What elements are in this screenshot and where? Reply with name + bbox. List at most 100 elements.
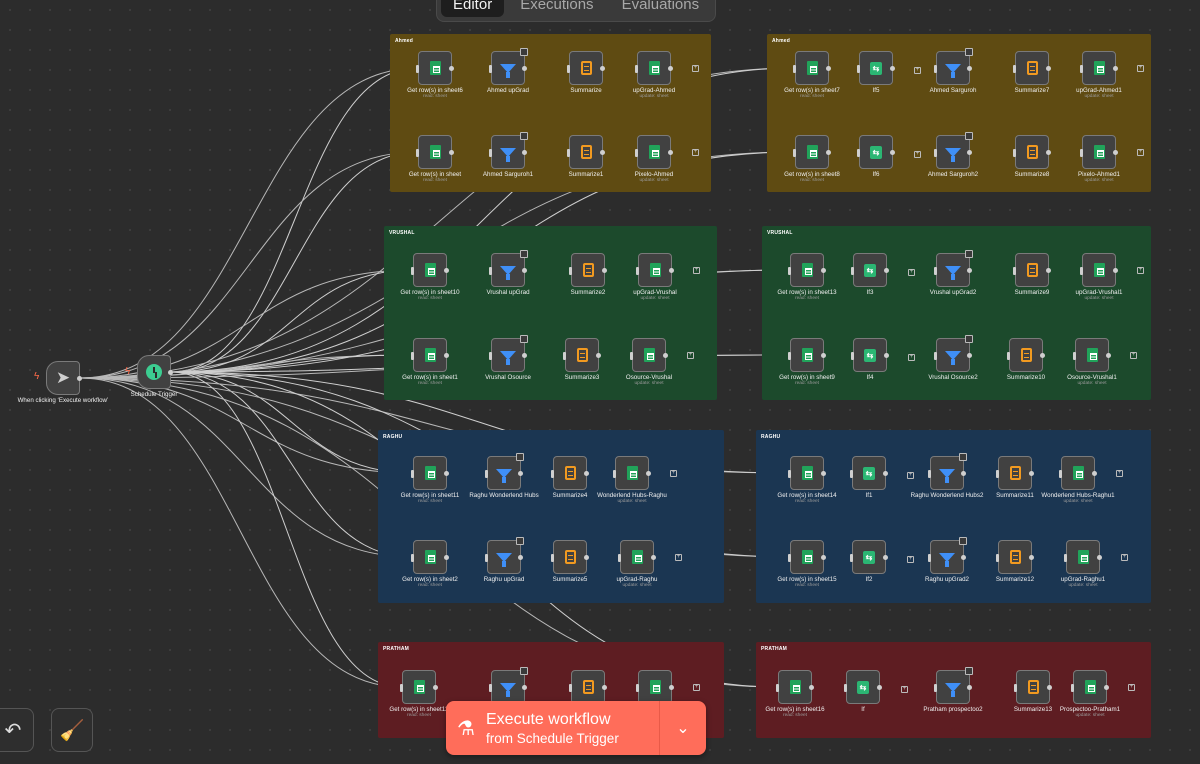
input-handle[interactable]: [569, 267, 572, 275]
output-handle[interactable]: [821, 353, 826, 358]
input-handle[interactable]: [776, 684, 779, 692]
workflow-node[interactable]: [485, 537, 524, 574]
workflow-node[interactable]: [567, 51, 605, 85]
execute-workflow-button[interactable]: ⚗ Execute workflow from Schedule Trigger…: [446, 701, 706, 755]
workflow-node[interactable]: [416, 51, 454, 85]
workflow-node[interactable]: [934, 48, 973, 85]
workflow-node[interactable]: [1080, 253, 1118, 287]
output-handle[interactable]: [518, 555, 523, 560]
workflow-node[interactable]: [613, 456, 651, 490]
workflow-node[interactable]: ⇆: [857, 135, 895, 169]
chevron-down-icon[interactable]: ⌄: [660, 718, 706, 738]
clear-execution-button[interactable]: 🧹: [51, 708, 93, 752]
input-handle[interactable]: [567, 149, 570, 157]
output-handle[interactable]: [967, 66, 972, 71]
workflow-node[interactable]: [934, 335, 973, 372]
output-handle[interactable]: [1092, 471, 1097, 476]
workflow-node[interactable]: [1064, 540, 1102, 574]
workflow-node[interactable]: [928, 453, 967, 490]
output-handle[interactable]: [826, 66, 831, 71]
output-handle[interactable]: [1104, 685, 1109, 690]
input-handle[interactable]: [850, 554, 853, 562]
workflow-node[interactable]: [934, 667, 973, 704]
output-handle[interactable]: [584, 471, 589, 476]
output-handle[interactable]: [668, 150, 673, 155]
output-handle[interactable]: [809, 685, 814, 690]
output-handle[interactable]: [884, 353, 889, 358]
output-handle[interactable]: [596, 353, 601, 358]
tab-editor[interactable]: Editor: [441, 0, 505, 17]
output-handle[interactable]: [821, 471, 826, 476]
workflow-node[interactable]: [563, 338, 601, 372]
output-handle[interactable]: [168, 370, 173, 375]
input-handle[interactable]: [411, 470, 414, 478]
output-handle[interactable]: [663, 353, 668, 358]
input-handle[interactable]: [1013, 267, 1016, 275]
input-handle[interactable]: [411, 554, 414, 562]
output-handle[interactable]: [449, 66, 454, 71]
output-handle[interactable]: [602, 685, 607, 690]
input-handle[interactable]: [563, 352, 566, 360]
input-handle[interactable]: [1013, 65, 1016, 73]
input-handle[interactable]: [635, 65, 638, 73]
input-handle[interactable]: [850, 470, 853, 478]
workflow-node[interactable]: [400, 670, 438, 704]
input-handle[interactable]: [934, 352, 937, 360]
workflow-node[interactable]: [416, 135, 454, 169]
workflow-node[interactable]: [567, 135, 605, 169]
output-handle[interactable]: [522, 685, 527, 690]
workflow-node[interactable]: [788, 540, 826, 574]
input-handle[interactable]: [928, 470, 931, 478]
workflow-node[interactable]: [489, 48, 528, 85]
output-handle[interactable]: [444, 268, 449, 273]
input-handle[interactable]: [636, 267, 639, 275]
output-handle[interactable]: [444, 555, 449, 560]
workflow-node[interactable]: [1080, 51, 1118, 85]
manual-trigger-node[interactable]: ➤: [46, 361, 82, 395]
input-handle[interactable]: [485, 554, 488, 562]
output-handle[interactable]: [1046, 150, 1051, 155]
workflow-node[interactable]: [1014, 670, 1052, 704]
input-handle[interactable]: [1073, 352, 1076, 360]
input-handle[interactable]: [1071, 684, 1074, 692]
workflow-node[interactable]: [1059, 456, 1097, 490]
input-handle[interactable]: [569, 684, 572, 692]
workflow-node[interactable]: [489, 335, 528, 372]
input-handle[interactable]: [416, 65, 419, 73]
workflow-node[interactable]: ⇆: [851, 253, 889, 287]
input-handle[interactable]: [1007, 352, 1010, 360]
workflow-node[interactable]: [411, 456, 449, 490]
workflow-node[interactable]: [1073, 338, 1111, 372]
workflow-node[interactable]: [411, 540, 449, 574]
output-handle[interactable]: [602, 268, 607, 273]
output-handle[interactable]: [600, 66, 605, 71]
add-node-button[interactable]: +: [908, 269, 915, 276]
workflow-node[interactable]: [630, 338, 668, 372]
input-handle[interactable]: [551, 554, 554, 562]
workflow-node[interactable]: [1071, 670, 1109, 704]
output-handle[interactable]: [967, 150, 972, 155]
workflow-node[interactable]: [489, 667, 528, 704]
workflow-node[interactable]: [636, 253, 674, 287]
input-handle[interactable]: [844, 684, 847, 692]
output-handle[interactable]: [444, 471, 449, 476]
workflow-node[interactable]: [788, 253, 826, 287]
output-handle[interactable]: [584, 555, 589, 560]
workflow-node[interactable]: ⇆: [850, 456, 888, 490]
workflow-node[interactable]: [636, 670, 674, 704]
input-handle[interactable]: [567, 65, 570, 73]
input-handle[interactable]: [1059, 470, 1062, 478]
output-handle[interactable]: [522, 150, 527, 155]
workflow-node[interactable]: [776, 670, 814, 704]
workflow-node[interactable]: [934, 132, 973, 169]
input-handle[interactable]: [1080, 267, 1083, 275]
output-handle[interactable]: [77, 376, 82, 381]
output-handle[interactable]: [967, 268, 972, 273]
input-handle[interactable]: [1080, 149, 1083, 157]
workflow-node[interactable]: ⇆: [844, 670, 882, 704]
input-handle[interactable]: [485, 470, 488, 478]
workflow-node[interactable]: [788, 456, 826, 490]
add-node-button[interactable]: +: [1137, 149, 1144, 156]
output-handle[interactable]: [890, 66, 895, 71]
input-handle[interactable]: [793, 149, 796, 157]
